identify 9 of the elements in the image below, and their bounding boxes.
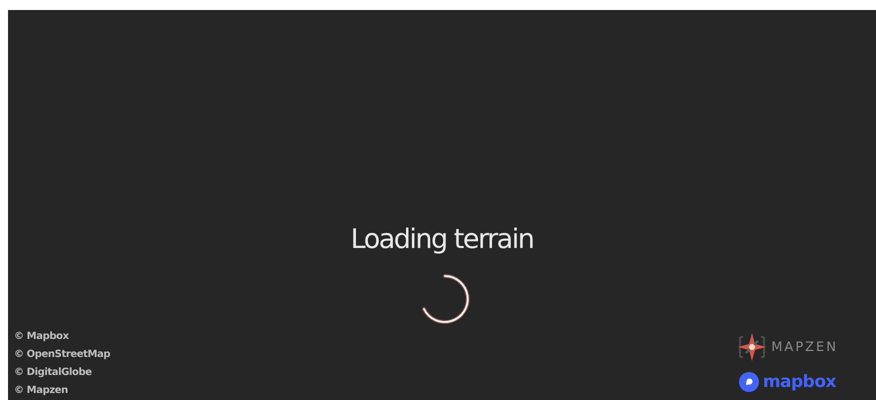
attribution-text[interactable]: © DigitalGlobe bbox=[14, 366, 110, 380]
attribution-text[interactable]: © Mapbox bbox=[14, 330, 110, 344]
mapzen-wordmark[interactable]: MAPZEN bbox=[771, 340, 838, 354]
compass-star-icon bbox=[737, 332, 768, 362]
attribution-text[interactable]: © Mapzen bbox=[14, 384, 110, 398]
loading-message: Loading terrain bbox=[350, 224, 534, 255]
attribution-text[interactable]: © OpenStreetMap bbox=[14, 348, 110, 362]
mapbox-pin-icon bbox=[738, 372, 759, 392]
loading-spinner bbox=[419, 273, 471, 325]
